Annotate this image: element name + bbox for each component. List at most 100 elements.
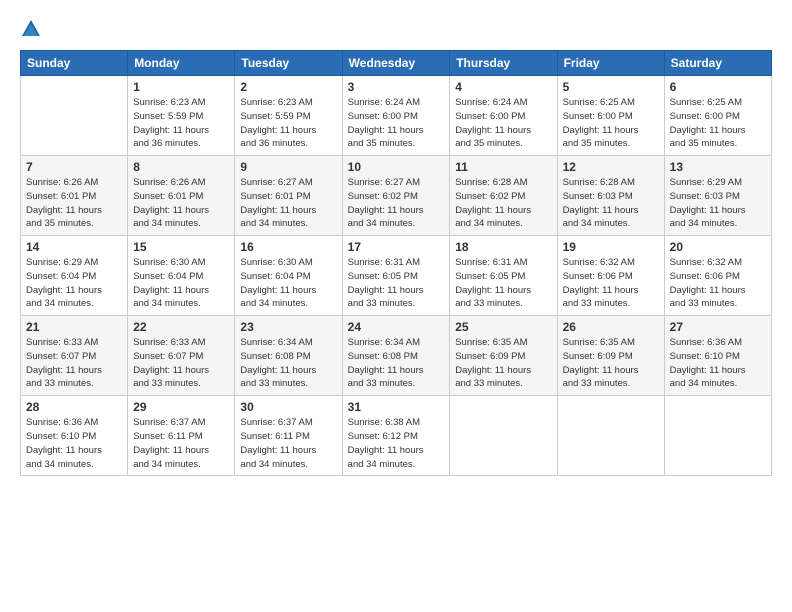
calendar-cell: 9 Sunrise: 6:27 AM Sunset: 6:01 PM Daylig… <box>235 156 342 236</box>
calendar-cell: 27 Sunrise: 6:36 AM Sunset: 6:10 PM Dayli… <box>664 316 771 396</box>
calendar-cell: 6Sunrise: 6:25 AM Sunset: 6:00 PM Daylig… <box>664 76 771 156</box>
day-number: 11 <box>455 160 551 174</box>
day-info: Sunrise: 6:35 AM Sunset: 6:09 PM Dayligh… <box>563 336 659 391</box>
day-number: 1 <box>133 80 229 94</box>
calendar-cell: 12 Sunrise: 6:28 AM Sunset: 6:03 PM Dayli… <box>557 156 664 236</box>
page: SundayMondayTuesdayWednesdayThursdayFrid… <box>0 0 792 612</box>
calendar-cell: 24 Sunrise: 6:34 AM Sunset: 6:08 PM Dayli… <box>342 316 450 396</box>
day-info: Sunrise: 6:30 AM Sunset: 6:04 PM Dayligh… <box>240 256 336 311</box>
calendar-cell: 1 Sunrise: 6:23 AM Sunset: 5:59 PM Daylig… <box>128 76 235 156</box>
day-info: Sunrise: 6:25 AM Sunset: 6:00 PM Dayligh… <box>563 96 659 151</box>
calendar-cell: 16 Sunrise: 6:30 AM Sunset: 6:04 PM Dayli… <box>235 236 342 316</box>
calendar-header-row: SundayMondayTuesdayWednesdayThursdayFrid… <box>21 51 772 76</box>
calendar-cell: 21 Sunrise: 6:33 AM Sunset: 6:07 PM Dayli… <box>21 316 128 396</box>
day-number: 4 <box>455 80 551 94</box>
calendar-cell <box>557 396 664 476</box>
calendar-day-header: Friday <box>557 51 664 76</box>
calendar-cell: 30 Sunrise: 6:37 AM Sunset: 6:11 PM Dayli… <box>235 396 342 476</box>
day-number: 23 <box>240 320 336 334</box>
day-number: 8 <box>133 160 229 174</box>
day-number: 20 <box>670 240 766 254</box>
day-info: Sunrise: 6:36 AM Sunset: 6:10 PM Dayligh… <box>670 336 766 391</box>
day-info: Sunrise: 6:27 AM Sunset: 6:02 PM Dayligh… <box>348 176 445 231</box>
day-info: Sunrise: 6:35 AM Sunset: 6:09 PM Dayligh… <box>455 336 551 391</box>
calendar-cell: 28 Sunrise: 6:36 AM Sunset: 6:10 PM Dayli… <box>21 396 128 476</box>
day-info: Sunrise: 6:38 AM Sunset: 6:12 PM Dayligh… <box>348 416 445 471</box>
calendar-week-row: 14Sunrise: 6:29 AM Sunset: 6:04 PM Dayli… <box>21 236 772 316</box>
calendar-cell: 23 Sunrise: 6:34 AM Sunset: 6:08 PM Dayli… <box>235 316 342 396</box>
day-number: 9 <box>240 160 336 174</box>
calendar-cell: 10Sunrise: 6:27 AM Sunset: 6:02 PM Dayli… <box>342 156 450 236</box>
calendar-cell: 31 Sunrise: 6:38 AM Sunset: 6:12 PM Dayli… <box>342 396 450 476</box>
day-number: 13 <box>670 160 766 174</box>
day-number: 22 <box>133 320 229 334</box>
calendar-cell: 5Sunrise: 6:25 AM Sunset: 6:00 PM Daylig… <box>557 76 664 156</box>
calendar-cell: 29 Sunrise: 6:37 AM Sunset: 6:11 PM Dayli… <box>128 396 235 476</box>
day-number: 16 <box>240 240 336 254</box>
logo-icon <box>20 18 42 40</box>
calendar-day-header: Thursday <box>450 51 557 76</box>
calendar-cell: 7 Sunrise: 6:26 AM Sunset: 6:01 PM Daylig… <box>21 156 128 236</box>
day-info: Sunrise: 6:26 AM Sunset: 6:01 PM Dayligh… <box>26 176 122 231</box>
day-info: Sunrise: 6:33 AM Sunset: 6:07 PM Dayligh… <box>26 336 122 391</box>
day-info: Sunrise: 6:37 AM Sunset: 6:11 PM Dayligh… <box>240 416 336 471</box>
day-number: 27 <box>670 320 766 334</box>
calendar-week-row: 7 Sunrise: 6:26 AM Sunset: 6:01 PM Daylig… <box>21 156 772 236</box>
day-info: Sunrise: 6:23 AM Sunset: 5:59 PM Dayligh… <box>240 96 336 151</box>
calendar-day-header: Tuesday <box>235 51 342 76</box>
day-info: Sunrise: 6:37 AM Sunset: 6:11 PM Dayligh… <box>133 416 229 471</box>
day-number: 6 <box>670 80 766 94</box>
calendar-week-row: 1 Sunrise: 6:23 AM Sunset: 5:59 PM Daylig… <box>21 76 772 156</box>
calendar-week-row: 28 Sunrise: 6:36 AM Sunset: 6:10 PM Dayli… <box>21 396 772 476</box>
calendar-day-header: Wednesday <box>342 51 450 76</box>
day-info: Sunrise: 6:34 AM Sunset: 6:08 PM Dayligh… <box>240 336 336 391</box>
day-info: Sunrise: 6:23 AM Sunset: 5:59 PM Dayligh… <box>133 96 229 151</box>
calendar-cell: 13 Sunrise: 6:29 AM Sunset: 6:03 PM Dayli… <box>664 156 771 236</box>
day-info: Sunrise: 6:24 AM Sunset: 6:00 PM Dayligh… <box>348 96 445 151</box>
calendar-day-header: Monday <box>128 51 235 76</box>
day-number: 3 <box>348 80 445 94</box>
day-number: 28 <box>26 400 122 414</box>
day-number: 31 <box>348 400 445 414</box>
day-number: 12 <box>563 160 659 174</box>
calendar-cell <box>664 396 771 476</box>
day-number: 17 <box>348 240 445 254</box>
calendar-day-header: Saturday <box>664 51 771 76</box>
calendar-cell <box>21 76 128 156</box>
day-number: 2 <box>240 80 336 94</box>
day-number: 29 <box>133 400 229 414</box>
day-info: Sunrise: 6:29 AM Sunset: 6:04 PM Dayligh… <box>26 256 122 311</box>
day-info: Sunrise: 6:34 AM Sunset: 6:08 PM Dayligh… <box>348 336 445 391</box>
day-info: Sunrise: 6:24 AM Sunset: 6:00 PM Dayligh… <box>455 96 551 151</box>
day-info: Sunrise: 6:29 AM Sunset: 6:03 PM Dayligh… <box>670 176 766 231</box>
day-info: Sunrise: 6:28 AM Sunset: 6:03 PM Dayligh… <box>563 176 659 231</box>
calendar-cell: 8 Sunrise: 6:26 AM Sunset: 6:01 PM Daylig… <box>128 156 235 236</box>
calendar-cell: 20 Sunrise: 6:32 AM Sunset: 6:06 PM Dayli… <box>664 236 771 316</box>
calendar-cell <box>450 396 557 476</box>
day-info: Sunrise: 6:32 AM Sunset: 6:06 PM Dayligh… <box>670 256 766 311</box>
day-number: 21 <box>26 320 122 334</box>
day-info: Sunrise: 6:32 AM Sunset: 6:06 PM Dayligh… <box>563 256 659 311</box>
calendar-week-row: 21 Sunrise: 6:33 AM Sunset: 6:07 PM Dayli… <box>21 316 772 396</box>
calendar-cell: 25Sunrise: 6:35 AM Sunset: 6:09 PM Dayli… <box>450 316 557 396</box>
day-info: Sunrise: 6:27 AM Sunset: 6:01 PM Dayligh… <box>240 176 336 231</box>
calendar-cell: 2 Sunrise: 6:23 AM Sunset: 5:59 PM Daylig… <box>235 76 342 156</box>
day-number: 15 <box>133 240 229 254</box>
day-number: 30 <box>240 400 336 414</box>
day-info: Sunrise: 6:26 AM Sunset: 6:01 PM Dayligh… <box>133 176 229 231</box>
day-number: 24 <box>348 320 445 334</box>
calendar-cell: 17Sunrise: 6:31 AM Sunset: 6:05 PM Dayli… <box>342 236 450 316</box>
calendar-day-header: Sunday <box>21 51 128 76</box>
calendar-cell: 4 Sunrise: 6:24 AM Sunset: 6:00 PM Daylig… <box>450 76 557 156</box>
logo <box>20 18 46 40</box>
day-info: Sunrise: 6:30 AM Sunset: 6:04 PM Dayligh… <box>133 256 229 311</box>
day-info: Sunrise: 6:36 AM Sunset: 6:10 PM Dayligh… <box>26 416 122 471</box>
calendar-cell: 22Sunrise: 6:33 AM Sunset: 6:07 PM Dayli… <box>128 316 235 396</box>
calendar-table: SundayMondayTuesdayWednesdayThursdayFrid… <box>20 50 772 476</box>
day-number: 7 <box>26 160 122 174</box>
day-number: 18 <box>455 240 551 254</box>
calendar-cell: 19Sunrise: 6:32 AM Sunset: 6:06 PM Dayli… <box>557 236 664 316</box>
day-number: 26 <box>563 320 659 334</box>
calendar-cell: 14Sunrise: 6:29 AM Sunset: 6:04 PM Dayli… <box>21 236 128 316</box>
calendar-cell: 18Sunrise: 6:31 AM Sunset: 6:05 PM Dayli… <box>450 236 557 316</box>
